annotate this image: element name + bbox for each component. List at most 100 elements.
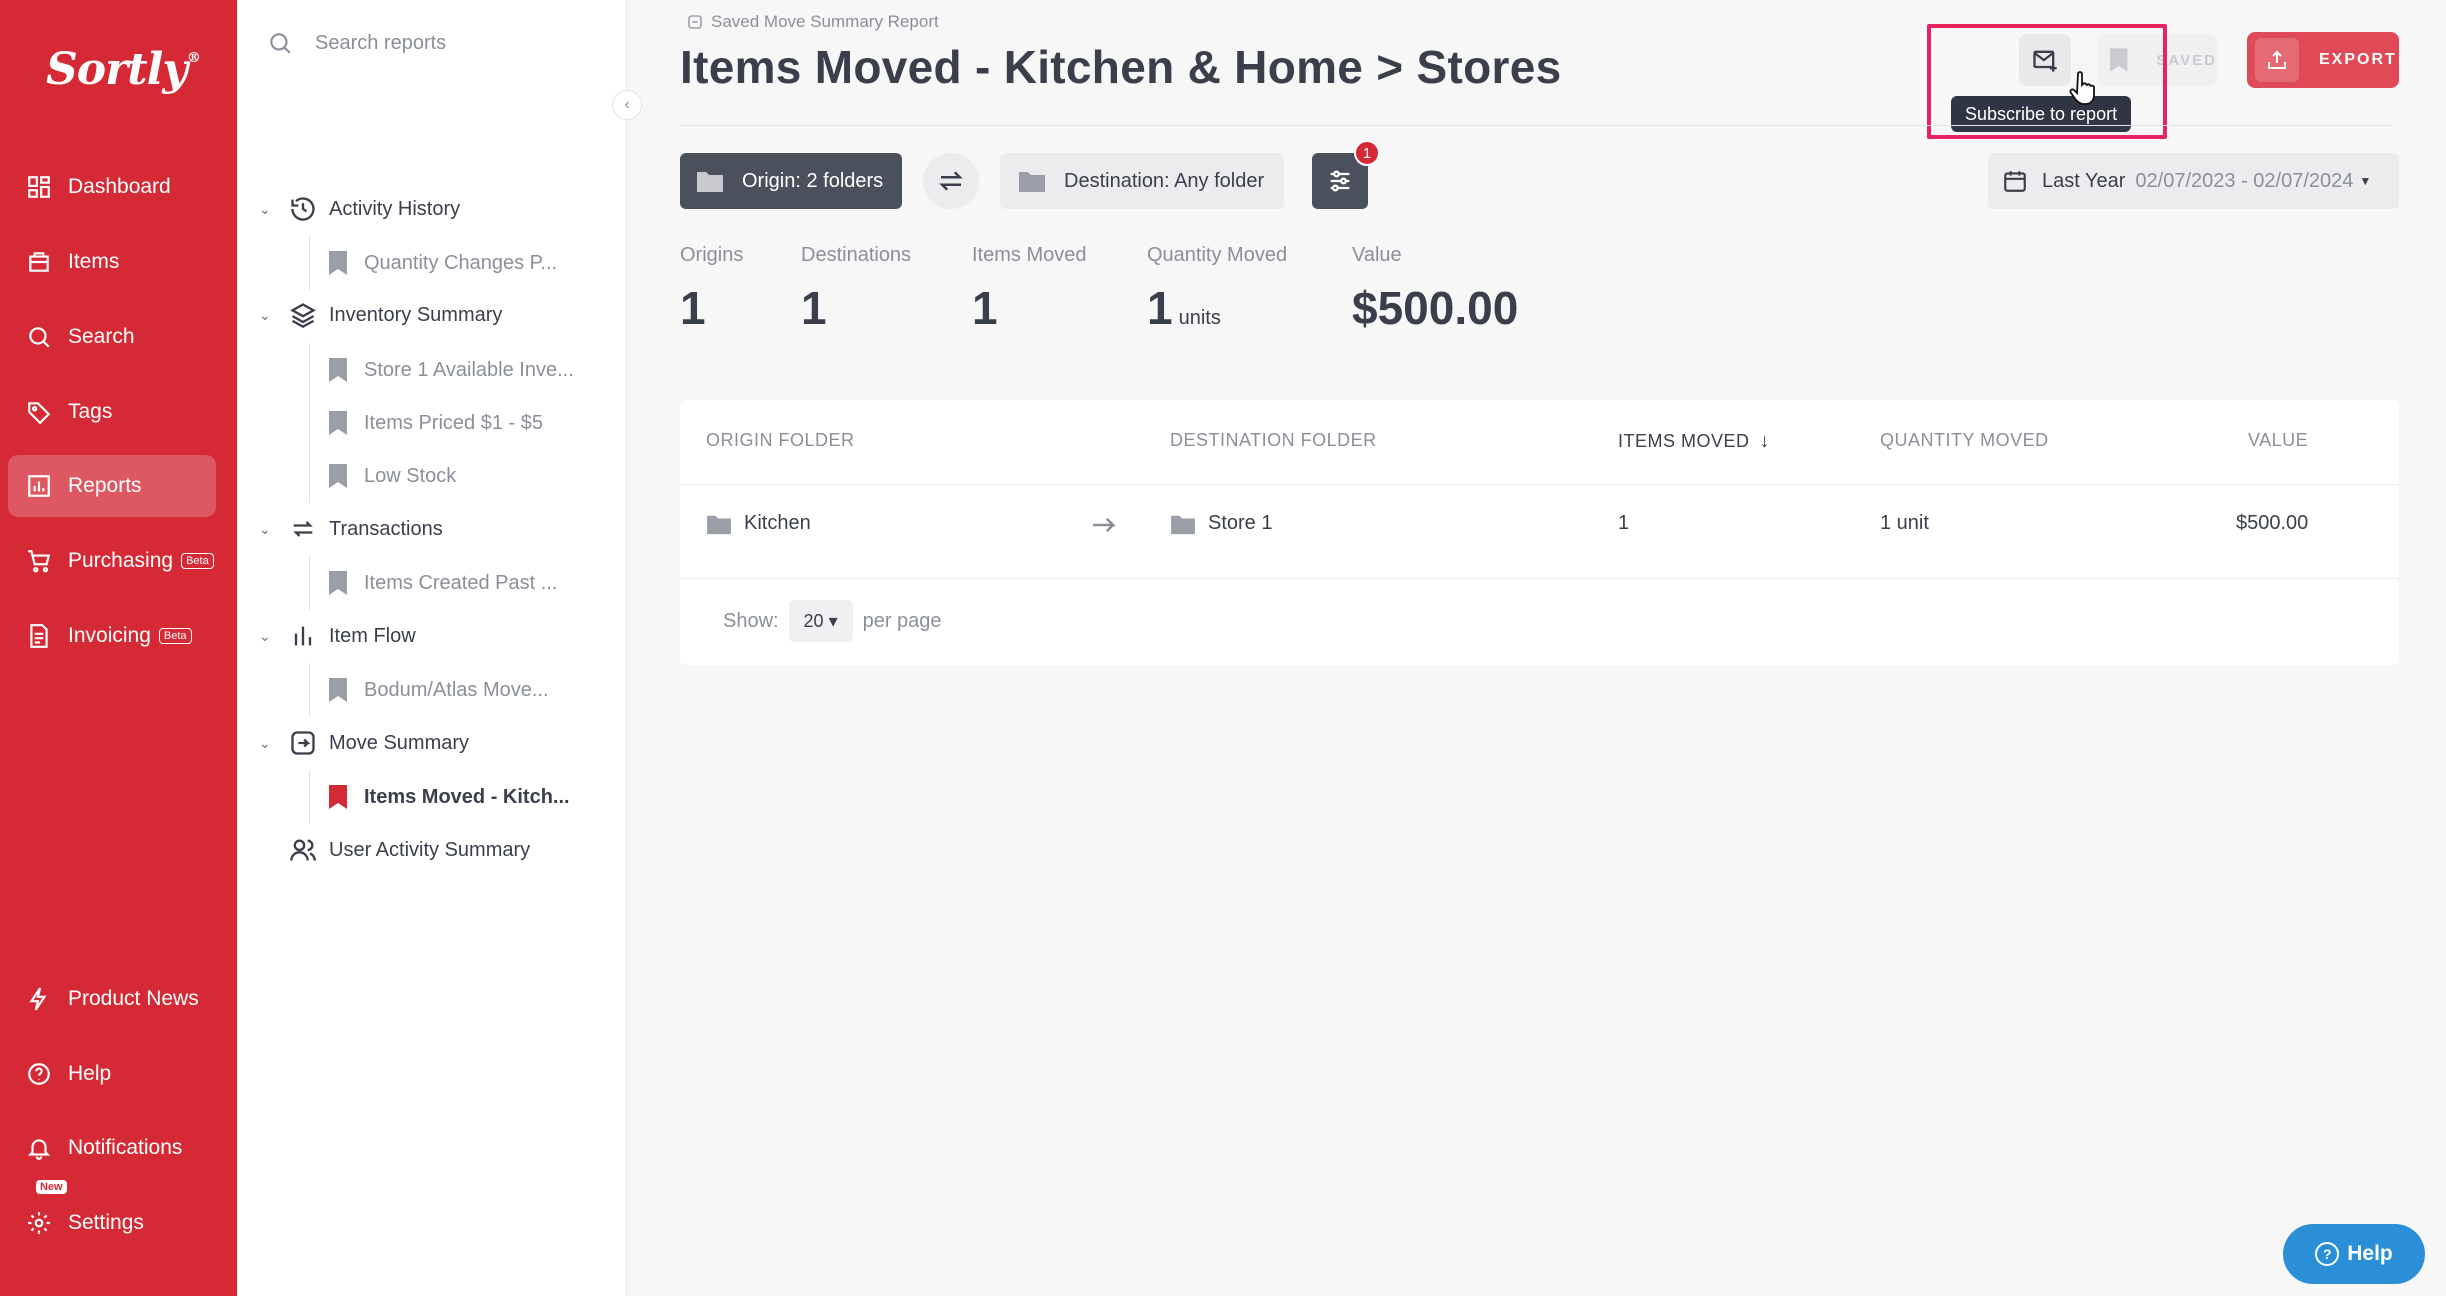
cart-icon (26, 548, 52, 574)
nav-label: Reports (68, 474, 142, 497)
chevron-down-icon[interactable]: ⌄ (259, 628, 277, 645)
group-inventory-summary[interactable]: ⌄ Inventory Summary (259, 301, 502, 329)
stat-destinations: Destinations 1 (801, 244, 911, 335)
nav-search[interactable]: Search (8, 306, 216, 368)
column-header-items-moved[interactable]: ITEMS MOVED ↓ (1618, 430, 1770, 453)
group-label: User Activity Summary (329, 838, 531, 861)
sliders-icon (1330, 170, 1350, 192)
nav-label: Settings (68, 1211, 144, 1234)
per-page-select[interactable]: 20 ▾ (788, 600, 853, 642)
pagination: Show: 20 ▾ per page (723, 600, 942, 642)
nav-tags[interactable]: Tags (8, 381, 216, 443)
layers-icon (290, 303, 316, 329)
nav-purchasing[interactable]: Purchasing Beta (8, 530, 216, 592)
group-label: Activity History (329, 197, 461, 220)
folder-icon (707, 515, 731, 534)
export-button[interactable]: EXPORT (2247, 32, 2399, 88)
per-page-value: 20 (803, 610, 824, 631)
search-icon (270, 33, 291, 54)
date-range-picker[interactable]: Last Year 02/07/2023 - 02/07/2024 ▼ (1988, 153, 2399, 209)
chevron-down-icon[interactable]: ⌄ (259, 521, 277, 538)
nav-label: Invoicing (68, 624, 151, 647)
transactions-icon (293, 521, 313, 537)
caret-down-icon: ▼ (2359, 174, 2372, 188)
report-label: Low Stock (364, 464, 457, 487)
help-icon: ? (2315, 1242, 2340, 1266)
cell-destination[interactable]: Store 1 (1170, 512, 1272, 535)
stat-value: $500.00 (1352, 282, 1519, 334)
nav-label: Product News (68, 987, 199, 1010)
saved-report-item[interactable]: Bodum/Atlas Move... (309, 663, 609, 717)
saved-report-item[interactable]: Items Priced $1 - $5 (309, 396, 609, 450)
cell-quantity: 1 unit (1880, 512, 1929, 534)
report-label: Items Moved - Kitch... (364, 785, 570, 808)
nav-product-news[interactable]: Product News (8, 968, 216, 1030)
stat-label: Value (1352, 244, 1402, 266)
group-activity-history[interactable]: ⌄ Activity History (259, 195, 460, 223)
column-header-origin[interactable]: ORIGIN FOLDER (706, 430, 855, 451)
destination-name: Store 1 (1208, 512, 1273, 534)
column-header-quantity[interactable]: QUANTITY MOVED (1880, 430, 2049, 451)
nav-dashboard[interactable]: Dashboard (8, 156, 216, 218)
group-transactions[interactable]: ⌄ Transactions (259, 515, 443, 543)
saved-report-item[interactable]: Quantity Changes P... (309, 236, 609, 290)
main-nav: Sortly® Dashboard Items Search Tags Repo… (0, 0, 237, 1296)
main-content: Saved Move Summary Report Items Moved - … (627, 0, 2446, 1296)
move-icon (291, 731, 315, 755)
column-header-destination[interactable]: DESTINATION FOLDER (1170, 430, 1377, 451)
saved-report-item[interactable]: Low Stock (309, 449, 609, 503)
nav-help[interactable]: Help (8, 1043, 216, 1105)
group-user-activity-summary[interactable]: ⌄ User Activity Summary (259, 836, 530, 864)
group-item-flow[interactable]: ⌄ Item Flow (259, 622, 416, 650)
sortly-logo[interactable]: Sortly® (46, 44, 201, 95)
destination-label: Destination: Any folder (1064, 169, 1265, 192)
nav-invoicing[interactable]: Invoicing Beta (8, 605, 216, 667)
origin-filter[interactable]: Origin: 2 folders (680, 153, 902, 209)
nav-items[interactable]: Items (8, 231, 216, 293)
search-reports[interactable]: Search reports (267, 30, 446, 56)
help-widget-button[interactable]: ? Help (2283, 1224, 2425, 1284)
lightning-icon (26, 986, 52, 1012)
search-icon (26, 324, 52, 350)
nav-settings[interactable]: New Settings (8, 1180, 216, 1254)
beta-badge: Beta (181, 553, 214, 569)
nav-label: Dashboard (68, 175, 171, 198)
history-icon (291, 197, 315, 221)
reports-icon (26, 473, 52, 499)
stat-origins: Origins 1 (680, 244, 743, 335)
chevron-down-icon[interactable]: ⌄ (259, 201, 277, 218)
sort-desc-icon: ↓ (1759, 430, 1771, 452)
nav-label: Search (68, 325, 135, 348)
origin-label: Origin: 2 folders (742, 169, 884, 192)
group-label: Item Flow (329, 624, 416, 647)
help-circle-icon (26, 1061, 52, 1087)
stat-label: Origins (680, 244, 744, 266)
nav-reports[interactable]: Reports (8, 455, 216, 517)
saved-report-item[interactable]: Items Created Past ... (309, 556, 609, 610)
chevron-down-icon[interactable]: ⌄ (259, 735, 277, 752)
upload-icon (2255, 38, 2299, 82)
stat-unit: units (1178, 307, 1221, 329)
chevron-down-icon[interactable]: ⌄ (259, 307, 277, 324)
group-move-summary[interactable]: ⌄ Move Summary (259, 729, 469, 757)
stat-label: Items Moved (972, 244, 1087, 266)
saved-report-item[interactable]: Store 1 Available Inve... (309, 343, 609, 397)
swap-button[interactable] (923, 153, 979, 209)
cell-origin[interactable]: Kitchen (706, 512, 811, 535)
stat-items-moved: Items Moved 1 (972, 244, 1086, 335)
column-header-value[interactable]: VALUE (2248, 430, 2308, 451)
destination-filter[interactable]: Destination: Any folder (1000, 153, 1284, 209)
folder-icon (1019, 172, 1045, 192)
export-label: EXPORT (2319, 51, 2397, 68)
nav-notifications[interactable]: Notifications (8, 1117, 216, 1179)
report-label: Bodum/Atlas Move... (364, 678, 549, 701)
report-label: Store 1 Available Inve... (364, 358, 574, 381)
report-label: Quantity Changes P... (364, 251, 558, 274)
hand-cursor-icon (2069, 71, 2095, 105)
search-input[interactable]: Search reports (315, 32, 446, 55)
divider (680, 578, 2399, 579)
origin-name: Kitchen (744, 512, 811, 534)
group-label: Transactions (329, 517, 443, 540)
date-label: Last Year (2042, 169, 2126, 192)
saved-report-item-active[interactable]: Items Moved - Kitch... (309, 770, 609, 824)
